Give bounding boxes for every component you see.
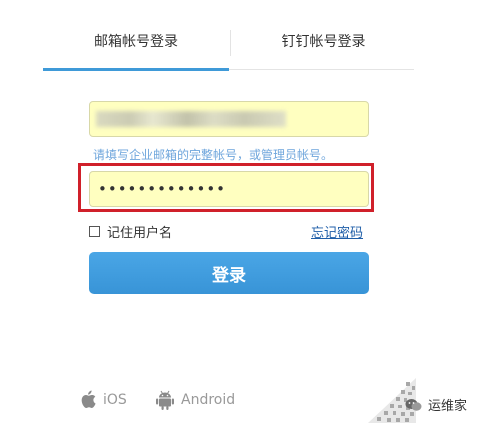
remember-username[interactable]: 记住用户名 (89, 222, 173, 241)
watermark: 运维家 (405, 395, 467, 414)
ios-label: iOS (103, 391, 127, 408)
account-input[interactable] (89, 101, 369, 137)
tab-dingtalk-login[interactable]: 钉钉帐号登录 (233, 22, 414, 68)
tab-email-login[interactable]: 邮箱帐号登录 (43, 22, 229, 68)
account-hint: 请填写企业邮箱的完整帐号，或管理员帐号。 (93, 148, 334, 162)
ios-app-link[interactable]: iOS (80, 390, 127, 409)
forgot-password-link[interactable]: 忘记密码 (311, 222, 363, 241)
active-tab-indicator (43, 68, 229, 71)
apple-icon (81, 390, 96, 409)
watermark-label: 运维家 (428, 399, 468, 414)
android-label: Android (181, 392, 236, 408)
wechat-icon (405, 398, 422, 411)
remember-checkbox[interactable] (89, 225, 100, 237)
android-icon (156, 390, 174, 410)
login-tabs: 邮箱帐号登录 钉钉帐号登录 (43, 22, 414, 71)
remember-label: 记住用户名 (107, 225, 173, 241)
android-app-link[interactable]: Android (156, 390, 235, 410)
tab-divider (230, 30, 231, 56)
password-input[interactable] (89, 171, 369, 207)
login-button[interactable]: 登录 (89, 252, 369, 294)
